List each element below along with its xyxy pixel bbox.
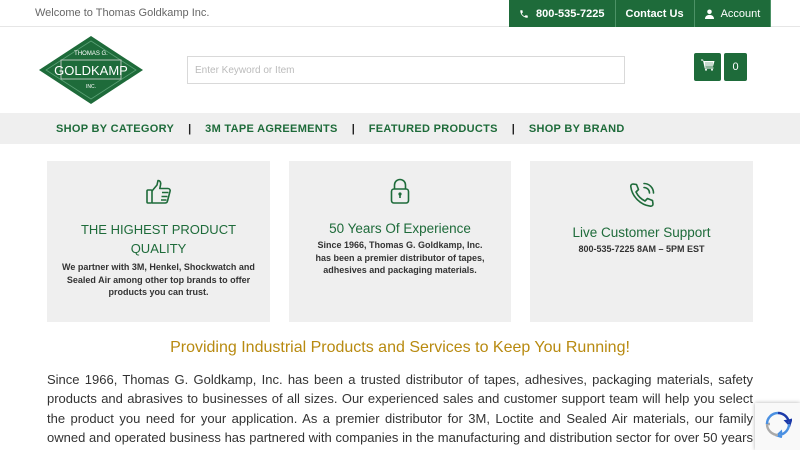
cart-count-badge[interactable]: 0 — [724, 53, 747, 81]
nav-separator: | — [511, 122, 515, 135]
nav-separator: | — [351, 122, 355, 135]
feature-title: 50 Years Of Experience — [329, 221, 471, 236]
phone-number: 800-535-7225 — [536, 7, 605, 20]
lock-icon — [390, 177, 410, 205]
logo-line2: GOLDKAMP — [54, 63, 128, 78]
nav-shop-by-brand[interactable]: SHOP BY BRAND — [529, 123, 625, 135]
feature-text: 800-535-7225 8AM – 5PM EST — [578, 244, 705, 254]
tagline-heading: Providing Industrial Products and Servic… — [170, 339, 630, 356]
feature-card-quality: THE HIGHEST PRODUCT QUALITY We partner w… — [47, 161, 270, 322]
top-bar: Welcome to Thomas Goldkamp Inc. 800-535-… — [0, 0, 800, 27]
contact-us-link[interactable]: Contact Us — [615, 0, 695, 27]
feature-title: THE HIGHEST PRODUCT QUALITY — [80, 222, 237, 256]
cart-button[interactable] — [694, 53, 721, 81]
feature-text: Since 1966, Thomas G. Goldkamp, Inc. has… — [315, 240, 485, 275]
phone-icon — [519, 9, 529, 19]
search-input[interactable] — [187, 56, 625, 84]
cart-icon — [700, 58, 715, 76]
nav-shop-by-category[interactable]: SHOP BY CATEGORY — [56, 123, 174, 135]
logo-line3: INC. — [86, 84, 96, 90]
top-actions: 800-535-7225 Contact Us Account — [509, 0, 772, 27]
account-link[interactable]: Account — [694, 0, 772, 27]
header: THOMAS G. GOLDKAMP INC. 0 — [0, 27, 800, 113]
nav-featured-products[interactable]: FEATURED PRODUCTS — [369, 123, 498, 135]
user-icon — [704, 9, 714, 19]
account-label: Account — [720, 7, 761, 20]
logo-line1: THOMAS G. — [74, 51, 108, 57]
welcome-text: Welcome to Thomas Goldkamp Inc. — [35, 7, 210, 19]
recaptcha-badge[interactable] — [755, 403, 800, 450]
feature-card-experience: 50 Years Of Experience Since 1966, Thoma… — [289, 161, 511, 322]
nav-separator: | — [188, 122, 192, 135]
nav-3m-tape-agreements[interactable]: 3M TAPE AGREEMENTS — [205, 123, 338, 135]
feature-text: We partner with 3M, Henkel, Shockwatch a… — [62, 262, 255, 297]
intro-paragraph: Since 1966, Thomas G. Goldkamp, Inc. has… — [47, 372, 753, 450]
main-nav: SHOP BY CATEGORY | 3M TAPE AGREEMENTS | … — [0, 113, 800, 144]
site-logo[interactable]: THOMAS G. GOLDKAMP INC. — [37, 35, 145, 110]
phone-icon — [628, 181, 656, 209]
phone-link[interactable]: 800-535-7225 — [509, 0, 616, 27]
recaptcha-icon — [764, 410, 793, 443]
feature-card-support: Live Customer Support 800-535-7225 8AM –… — [530, 161, 753, 322]
feature-title: Live Customer Support — [572, 225, 711, 240]
thumbs-up-icon — [145, 178, 173, 206]
contact-us-label: Contact Us — [625, 7, 684, 20]
